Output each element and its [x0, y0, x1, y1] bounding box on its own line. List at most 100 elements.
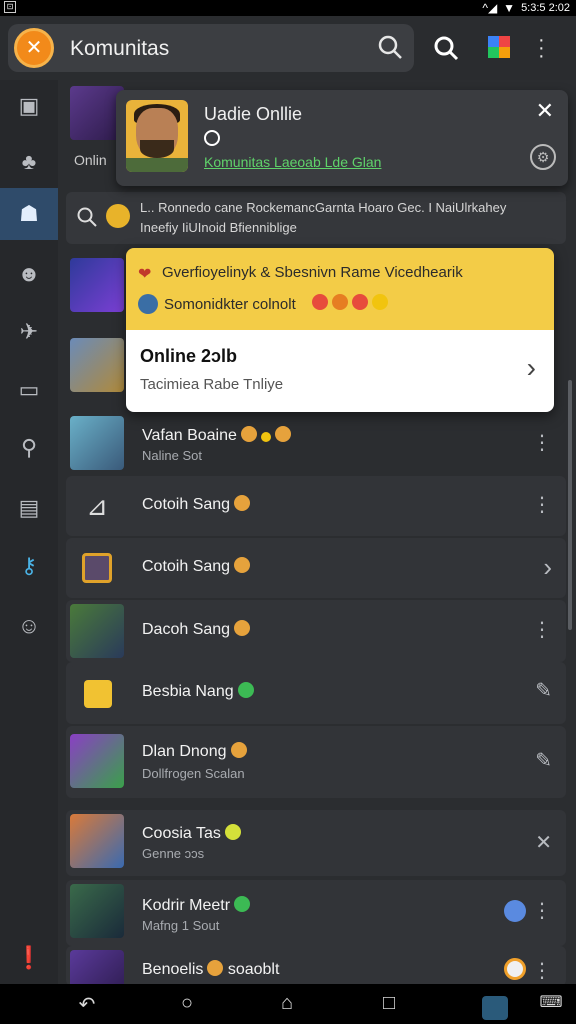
emoji-icon: [230, 742, 247, 758]
row-title: Cotoih Sang: [142, 495, 251, 514]
search-icon: [76, 206, 98, 233]
sidebar-search-icon[interactable]: ⚲: [0, 422, 58, 474]
card-body: Online 2ɔlb Tacimiea Rabe Tnliye ›: [126, 330, 554, 412]
row-title: Vafan Boaine: [142, 426, 291, 445]
heart-icon: ❤: [138, 266, 152, 283]
row-title: Besbia Nang: [142, 682, 254, 701]
emoji-icon: [260, 432, 271, 442]
list-item[interactable]: Vafan Boaine Naline Sot ⋮: [66, 414, 566, 476]
emoji-icon: [234, 620, 251, 636]
app-thumbnail: [70, 666, 124, 720]
sidebar-community-icon[interactable]: ☗: [0, 188, 58, 240]
more-vertical-icon[interactable]: ⋮: [532, 898, 552, 923]
edit-icon[interactable]: ✎: [535, 678, 552, 703]
notification-icon: ⊡: [4, 1, 16, 13]
more-vertical-icon[interactable]: ⋮: [532, 617, 552, 642]
sidebar-info-icon[interactable]: ❗: [0, 932, 58, 984]
close-icon[interactable]: ✕: [535, 830, 552, 855]
keyboard-icon[interactable]: ⌨: [536, 992, 566, 1012]
search-icon[interactable]: [376, 33, 404, 67]
game-thumbnail: [70, 814, 124, 868]
sidebar-image-icon[interactable]: ▣: [0, 80, 58, 132]
row-subtitle: Dollfrogen Scalan: [142, 766, 245, 781]
more-vertical-icon[interactable]: ⋮: [532, 492, 552, 517]
list-item[interactable]: Dacoh Sang ⋮: [66, 600, 566, 662]
game-thumbnail: [70, 604, 124, 658]
settings-icon[interactable]: ⚙: [530, 144, 556, 170]
sidebar-document-icon[interactable]: ▤: [0, 482, 58, 534]
search-button[interactable]: [432, 34, 460, 68]
list-item[interactable]: Benoelis soaoblt ⋮: [66, 946, 566, 984]
coin-icon: [106, 204, 130, 228]
title-search-bar[interactable]: Komunitas: [8, 24, 414, 72]
sidebar-key-icon[interactable]: ⚷: [0, 540, 58, 592]
emoji-icon: [207, 960, 224, 976]
avatar: [126, 100, 188, 172]
edit-icon[interactable]: ✎: [535, 748, 552, 773]
checkbox-icon: [82, 553, 112, 583]
apps-colorful-icon[interactable]: [488, 36, 510, 58]
row-title: Dacoh Sang: [142, 620, 251, 639]
app-bar: Komunitas ···: [0, 16, 576, 80]
sidebar: ▣ ♣ ☗ ☻ ✈ ▭ ⚲ ▤ ⚷ ☺ ❗: [0, 80, 58, 984]
row-title: Benoelis soaoblt: [142, 960, 280, 978]
partial-label: Onlin: [74, 152, 107, 168]
list-item[interactable]: ⊿ Cotoih Sang ⋮: [66, 476, 566, 536]
badge-icon: [504, 900, 526, 922]
close-icon[interactable]: ✕: [536, 98, 554, 124]
card-subtitle: Tacimiea Rabe Tnliye: [140, 376, 284, 393]
scrollbar[interactable]: [568, 380, 572, 630]
home-icon[interactable]: ⌂: [272, 992, 302, 1015]
game-thumbnail: [70, 734, 124, 788]
game-thumbnail: [70, 416, 124, 470]
list-item[interactable]: Besbia Nang ✎: [66, 662, 566, 724]
emoji-icon: [240, 426, 257, 442]
card-header: ❤ Gverfioyelinyk & Sbesnivn Rame Vicedhe…: [126, 248, 554, 330]
list-item[interactable]: Kodrir Meetr Mafng 1 Sout ⋮: [66, 880, 566, 946]
more-vertical-icon[interactable]: ⋮: [532, 430, 552, 455]
back-icon[interactable]: ↶: [72, 992, 102, 1017]
sidebar-emoji-icon[interactable]: ☺: [0, 600, 58, 652]
row-subtitle: Naline Sot: [142, 448, 202, 463]
search-result-strip[interactable]: L.. Ronnedo cane RockemancGarnta Hoaro G…: [66, 192, 566, 244]
popup-link[interactable]: Komunitas Laeoab Lde Glan: [204, 154, 381, 170]
list-item[interactable]: Dlan Dnong Dollfrogen Scalan ✎: [66, 726, 566, 798]
game-thumbnail: [70, 258, 124, 312]
timer-icon: [504, 958, 526, 980]
chevron-right-icon[interactable]: ›: [543, 552, 552, 583]
featured-card[interactable]: ❤ Gverfioyelinyk & Sbesnivn Rame Vicedhe…: [126, 248, 554, 412]
home-circle-icon[interactable]: ○: [172, 992, 202, 1015]
shield-icon: [138, 294, 158, 314]
more-vertical-icon[interactable]: ⋮: [532, 958, 552, 983]
emoji-icon: [237, 682, 254, 698]
list-item[interactable]: Cotoih Sang ›: [66, 538, 566, 598]
wifi-icon: ▼: [503, 1, 516, 15]
status-time: 5:3:5 2:02: [521, 2, 570, 14]
sidebar-tree-icon[interactable]: ♣: [0, 136, 58, 188]
recents-icon[interactable]: □: [374, 992, 404, 1015]
row-subtitle: Mafng 1 Sout: [142, 918, 220, 933]
row-title: Coosia Tas: [142, 824, 241, 843]
status-ring-icon: [204, 130, 220, 146]
emoji-icon: [234, 557, 251, 573]
emoji-icon: [224, 824, 241, 840]
chevron-right-icon[interactable]: ›: [527, 352, 536, 384]
status-icons: ^◢ ▼ 5:3:5 2:02: [482, 1, 570, 15]
list-item[interactable]: Coosia Tas Genne ɔɔs ✕: [66, 810, 566, 876]
sidebar-chat-icon[interactable]: ▭: [0, 364, 58, 416]
emoji-icon: [274, 426, 291, 442]
emoji-icon: [312, 294, 328, 310]
card-title: Online 2ɔlb: [140, 346, 238, 366]
status-bar: ⊡ ^◢ ▼ 5:3:5 2:02: [0, 0, 576, 16]
app-logo-icon: [14, 28, 54, 68]
community-list: Onlin L.. Ronnedo cane RockemancGarnta H…: [58, 80, 576, 984]
app-thumbnail: [70, 541, 124, 595]
row-title: Cotoih Sang: [142, 557, 251, 576]
overflow-menu-icon[interactable]: · · ·: [538, 30, 545, 66]
sidebar-rocket-icon[interactable]: ✈: [0, 306, 58, 358]
app-shortcut-icon[interactable]: [482, 996, 508, 1020]
sidebar-group-icon[interactable]: ☻: [0, 248, 58, 300]
row-title: Kodrir Meetr: [142, 896, 251, 915]
emoji-icon: [234, 896, 251, 912]
profile-popup[interactable]: Uadie Onllie Komunitas Laeoab Lde Glan ✕…: [116, 90, 568, 186]
